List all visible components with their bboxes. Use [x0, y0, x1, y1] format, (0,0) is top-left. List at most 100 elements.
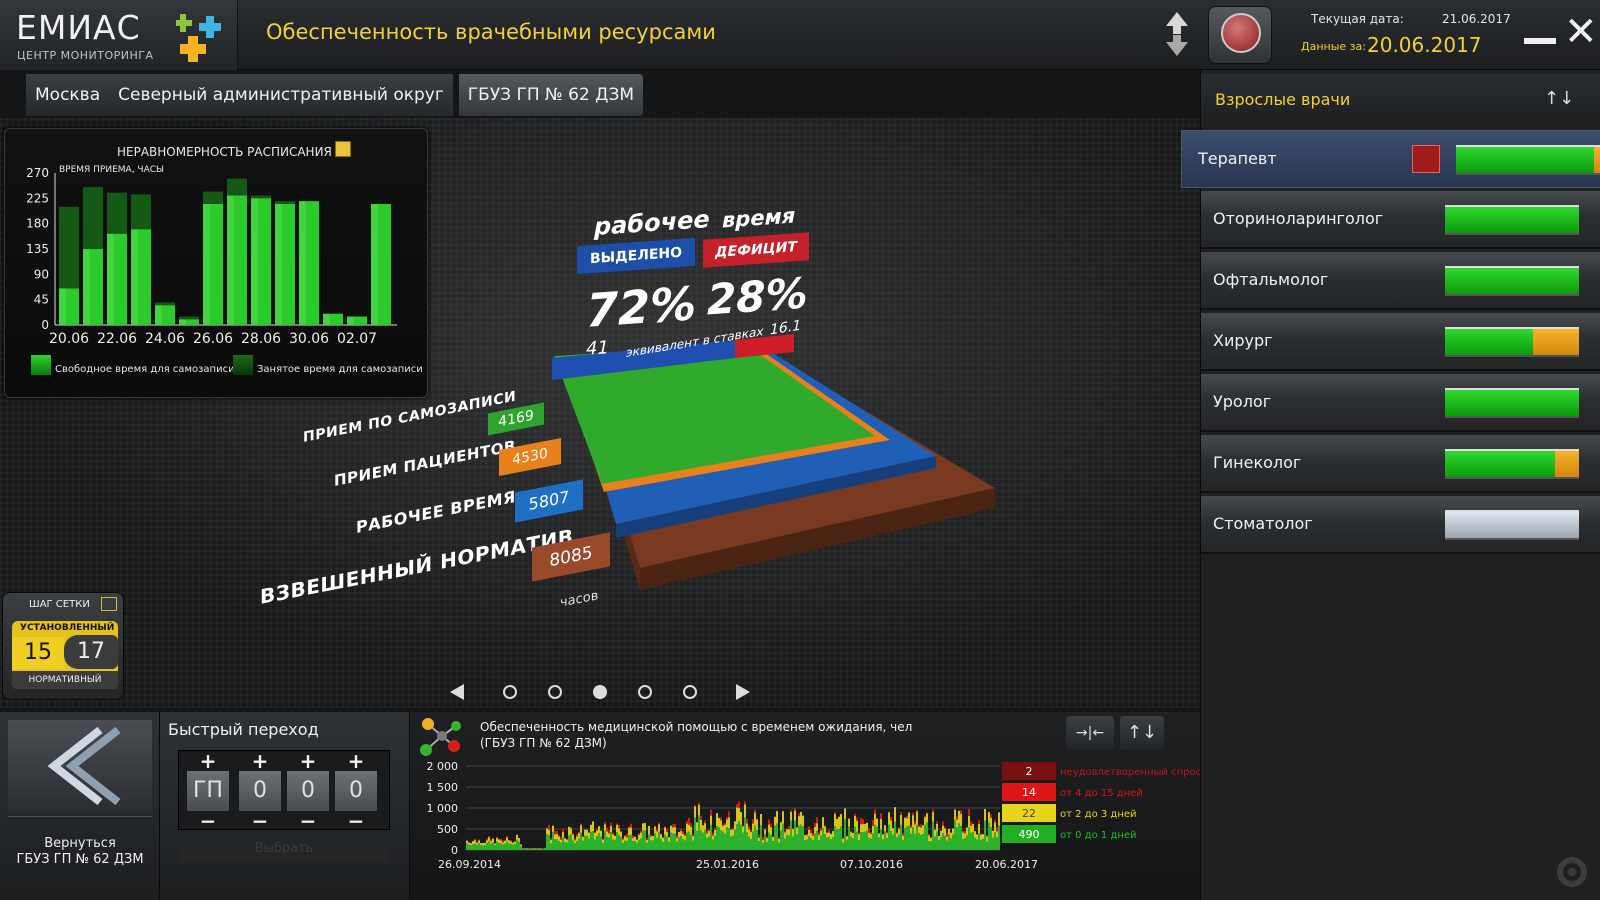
specialist-row[interactable]: Стоматолог	[1201, 496, 1600, 554]
gear-icon[interactable]	[1550, 850, 1594, 894]
wait-col-green	[592, 831, 594, 850]
next-arrow-icon[interactable]	[734, 680, 752, 704]
wait-col-green	[714, 835, 716, 850]
wait-col-green	[522, 849, 524, 850]
specialist-row[interactable]: Уролог	[1201, 374, 1600, 432]
wait-col-green	[702, 832, 704, 850]
wait-col-green	[518, 841, 520, 850]
specialist-row[interactable]: Гинеколог	[1201, 435, 1600, 493]
pager-dot-1[interactable]	[503, 685, 517, 699]
wait-col-yellow	[902, 835, 904, 841]
wait-col-green	[960, 825, 962, 850]
wait-col-yellow	[580, 825, 582, 833]
specialist-bar	[1445, 449, 1579, 479]
sort-updown-button[interactable]: ↑↓	[1120, 716, 1164, 750]
pager-dot-5[interactable]	[683, 685, 697, 699]
specialist-row[interactable]: Оториноларинголог	[1201, 191, 1600, 249]
wait-col-yellow	[504, 840, 506, 844]
breadcrumb-clinic[interactable]: ГБУЗ ГП № 62 ДЗМ	[458, 74, 644, 116]
minimize-button[interactable]	[1524, 38, 1556, 44]
wait-col-yellow	[798, 816, 800, 826]
wait-col-yellow	[636, 839, 638, 843]
wait-col-green	[708, 836, 710, 850]
wait-col-yellow	[744, 804, 746, 818]
increment-2-button[interactable]: +	[237, 751, 283, 771]
wait-col-yellow	[968, 815, 970, 828]
grid-step-widget[interactable]: ШАГ СЕТКИ УСТАНОВЛЕННЫЙ 15 17 НОРМАТИВНЫ…	[2, 592, 124, 700]
wait-col-yellow	[640, 832, 642, 839]
wait-col-yellow	[604, 824, 606, 831]
wait-col-yellow	[724, 824, 726, 834]
breadcrumb-district[interactable]: Северный административный округ	[109, 74, 453, 116]
wait-col-green	[950, 838, 952, 850]
wait-col-red	[944, 826, 946, 829]
person-icon[interactable]	[1412, 145, 1440, 173]
chart-line-icon[interactable]	[101, 597, 117, 611]
wait-col-yellow	[666, 831, 668, 837]
wait-col-green	[886, 838, 888, 850]
specialist-row[interactable]: Терапевт	[1181, 130, 1600, 188]
sort-updown-icon[interactable]: ↑↓	[1544, 88, 1574, 109]
export-button[interactable]	[1208, 6, 1272, 64]
wait-col-green	[940, 837, 942, 850]
wait-col-yellow	[510, 841, 512, 844]
pager-dot-3[interactable]	[593, 685, 607, 699]
wait-col-yellow	[950, 832, 952, 839]
wait-col-red	[630, 823, 632, 828]
wait-col-red	[810, 830, 812, 834]
wait-col-green	[488, 840, 490, 850]
wait-col-yellow	[518, 838, 520, 842]
wait-col-green	[884, 831, 886, 850]
specialist-row[interactable]: Хирург	[1201, 313, 1600, 371]
wait-col-green	[756, 830, 758, 850]
pager-dot-4[interactable]	[638, 685, 652, 699]
bar-chart-icon[interactable]	[335, 141, 351, 157]
wait-col-red	[748, 826, 750, 830]
prev-arrow-icon[interactable]	[448, 680, 466, 704]
wait-col-yellow	[868, 832, 870, 838]
specialist-bar-green	[1445, 207, 1579, 233]
wait-y-tick: 0	[451, 844, 458, 857]
sort-updown-icon[interactable]	[1164, 10, 1190, 58]
wait-col-green	[562, 837, 564, 850]
increment-3-button[interactable]: +	[285, 751, 331, 771]
wait-col-red	[552, 824, 554, 826]
wait-col-green	[800, 824, 802, 850]
logo-subtitle: ЦЕНТР МОНИТОРИНГА	[17, 49, 154, 62]
wait-col-green	[958, 823, 960, 850]
back-button[interactable]	[8, 720, 152, 812]
quick-column-1: + ГП −	[185, 751, 231, 831]
close-button[interactable]: ✕	[1564, 12, 1598, 52]
histogram-chart: 0 45 90 135 180 225 270 20.06 22.06 24.06 26.06 28.…	[26, 166, 397, 347]
specialist-row[interactable]: Офтальмолог	[1201, 252, 1600, 310]
wait-col-green	[624, 840, 626, 850]
wait-col-green	[712, 839, 714, 850]
breadcrumb-moscow[interactable]: Москва	[26, 74, 110, 116]
wait-col-green	[478, 843, 480, 850]
grid-step-values: УСТАНОВЛЕННЫЙ 15 17 НОРМАТИВНЫЙ	[12, 621, 118, 689]
wait-col-green	[838, 828, 840, 850]
wait-col-yellow	[590, 824, 592, 833]
decrement-4-button[interactable]: −	[333, 811, 379, 831]
wait-col-red	[568, 826, 570, 828]
wait-col-yellow	[706, 833, 708, 838]
decrement-3-button[interactable]: −	[285, 811, 331, 831]
wait-col-yellow	[894, 807, 896, 822]
wait-col-green	[516, 839, 518, 850]
collapse-range-button[interactable]: →|←	[1066, 716, 1114, 750]
hist-bar-shine	[275, 203, 282, 325]
wait-col-yellow	[870, 834, 872, 839]
wait-col-yellow	[670, 825, 672, 833]
wait-col-green	[534, 848, 536, 850]
increment-4-button[interactable]: +	[333, 751, 379, 771]
pager-dot-2[interactable]	[548, 685, 562, 699]
increment-1-button[interactable]: +	[185, 751, 231, 771]
data-date[interactable]: 20.06.2017	[1367, 33, 1482, 57]
wait-y-tick: 1 500	[427, 781, 459, 794]
wait-col-red	[608, 830, 610, 834]
decrement-2-button[interactable]: −	[237, 811, 283, 831]
wait-col-red	[956, 816, 958, 820]
wait-col-red	[488, 835, 490, 838]
quick-select-button[interactable]: Выбрать	[178, 836, 390, 862]
decrement-1-button[interactable]: −	[185, 811, 231, 831]
